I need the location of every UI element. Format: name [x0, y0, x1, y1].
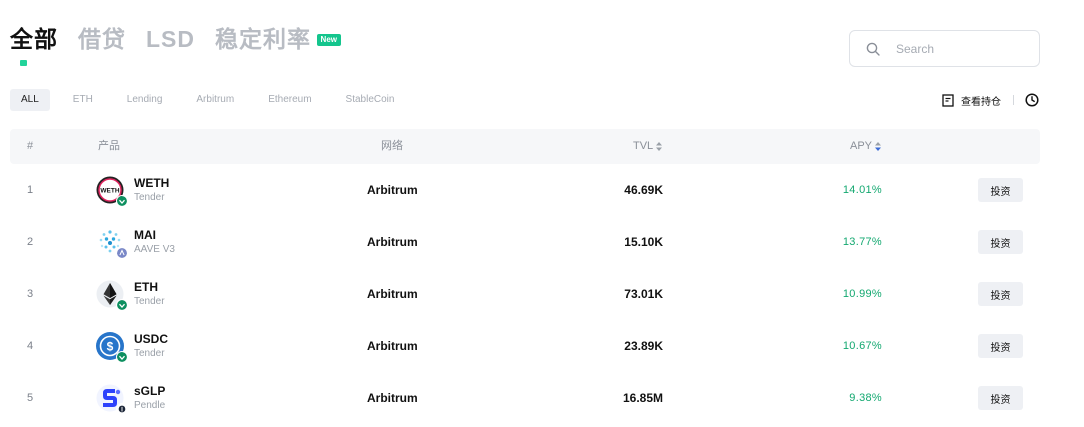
table-row: 5 sGLP Pendle Arbitrum 16.85M 9.38% 投资	[10, 372, 1040, 424]
network-cell: Arbitrum	[367, 183, 418, 197]
invest-button[interactable]: 投资	[978, 386, 1023, 410]
table-header: # 产品 网络 TVL APY	[10, 129, 1040, 164]
tab-all-label: 全部	[10, 26, 58, 52]
filter-stablecoin[interactable]: StableCoin	[335, 89, 406, 111]
tab-lsd-label: LSD	[146, 26, 195, 52]
search-icon	[866, 42, 880, 56]
filter-eth[interactable]: ETH	[62, 89, 104, 111]
table-row: 2 MAI AAVE V3 Arbitrum 15.10K 13.77% 投资	[10, 216, 1040, 268]
tender-icon	[116, 351, 128, 363]
tab-all[interactable]: 全部	[10, 24, 58, 54]
row-index: 1	[27, 184, 34, 196]
header-network: 网络	[381, 140, 403, 152]
active-tab-indicator	[20, 60, 27, 66]
category-tabs: 全部 借贷 LSD 稳定利率 New	[10, 24, 341, 54]
protocol-name: Tender	[134, 192, 165, 203]
view-holdings-button[interactable]: 查看持仓	[942, 93, 1001, 108]
table-row: 4 $ USDC Tender Arbitrum 23.89K 10.67% 投…	[10, 320, 1040, 372]
tvl-cell: 23.89K	[624, 339, 663, 353]
protocol-name: Tender	[134, 348, 165, 359]
invest-button[interactable]: 投资	[978, 282, 1023, 306]
header-apy-label: APY	[850, 140, 873, 152]
network-cell: Arbitrum	[367, 339, 418, 353]
header-product: 产品	[98, 140, 120, 152]
tender-icon	[116, 299, 128, 311]
aave-icon	[116, 247, 128, 259]
product-name: WETH	[134, 176, 170, 190]
invest-button[interactable]: 投资	[978, 178, 1023, 202]
apy-cell: 10.67%	[842, 340, 882, 352]
filter-ethereum[interactable]: Ethereum	[257, 89, 322, 111]
row-index: 2	[27, 236, 34, 248]
network-cell: Arbitrum	[367, 287, 418, 301]
network-cell: Arbitrum	[367, 391, 418, 405]
product-name: USDC	[134, 332, 169, 346]
tvl-cell: 16.85M	[622, 391, 663, 405]
row-index: 4	[27, 340, 34, 352]
header-tvl[interactable]: TVL	[633, 129, 663, 164]
header-index: #	[27, 140, 34, 152]
product-name: MAI	[134, 228, 156, 242]
tab-lending-label: 借贷	[78, 26, 126, 52]
protocol-name: Tender	[134, 296, 165, 307]
apy-cell: 13.77%	[842, 236, 882, 248]
apy-cell: 9.38%	[849, 392, 882, 404]
new-badge: New	[316, 34, 341, 46]
toolbar-divider	[1013, 95, 1014, 105]
pendle-icon	[116, 403, 128, 415]
network-cell: Arbitrum	[367, 235, 418, 249]
history-clock-icon[interactable]	[1025, 93, 1039, 107]
product-name: sGLP	[134, 384, 166, 398]
row-index: 3	[27, 288, 34, 300]
apy-cell: 10.99%	[842, 288, 882, 300]
header-tvl-label: TVL	[633, 140, 654, 152]
product-cell: $ USDC Tender	[96, 320, 168, 372]
product-name: ETH	[134, 280, 158, 294]
product-cell: ETH Tender	[96, 268, 165, 320]
table-row: 1 WETH WETH Tender Arbitrum 46.69K 14.01…	[10, 164, 1040, 216]
product-cell: sGLP Pendle	[96, 372, 165, 424]
apy-cell: 14.01%	[842, 184, 882, 196]
document-icon	[942, 94, 954, 107]
tab-lending[interactable]: 借贷	[78, 24, 126, 54]
tender-icon	[116, 195, 128, 207]
invest-button[interactable]: 投资	[978, 230, 1023, 254]
row-index: 5	[27, 392, 34, 404]
table-row: 3 ETH Tender Arbitrum 73.01K 10.99% 投资	[10, 268, 1040, 320]
protocol-name: AAVE V3	[134, 244, 175, 255]
view-holdings-label: 查看持仓	[961, 97, 1001, 108]
sort-desc-icon	[875, 141, 882, 151]
product-cell: WETH WETH Tender	[96, 164, 169, 216]
tab-stable-rate[interactable]: 稳定利率 New	[215, 24, 341, 54]
sort-icon	[656, 141, 663, 151]
tab-stable-rate-label: 稳定利率	[215, 26, 311, 52]
svg-text:$: $	[107, 340, 114, 354]
tvl-cell: 73.01K	[624, 287, 663, 301]
tab-lsd[interactable]: LSD	[146, 24, 195, 54]
tvl-cell: 15.10K	[624, 235, 663, 249]
header-apy[interactable]: APY	[850, 129, 882, 164]
filter-all[interactable]: ALL	[10, 89, 50, 111]
invest-button[interactable]: 投资	[978, 334, 1023, 358]
protocol-name: Pendle	[134, 400, 166, 411]
filter-arbitrum[interactable]: Arbitrum	[185, 89, 245, 111]
search-input[interactable]	[896, 41, 1026, 56]
product-cell: MAI AAVE V3	[96, 216, 175, 268]
filter-lending[interactable]: Lending	[116, 89, 174, 111]
svg-text:WETH: WETH	[100, 188, 119, 195]
filter-bar: ALL ETH Lending Arbitrum Ethereum Stable…	[10, 89, 417, 111]
search-box[interactable]	[849, 30, 1040, 67]
tvl-cell: 46.69K	[624, 183, 663, 197]
